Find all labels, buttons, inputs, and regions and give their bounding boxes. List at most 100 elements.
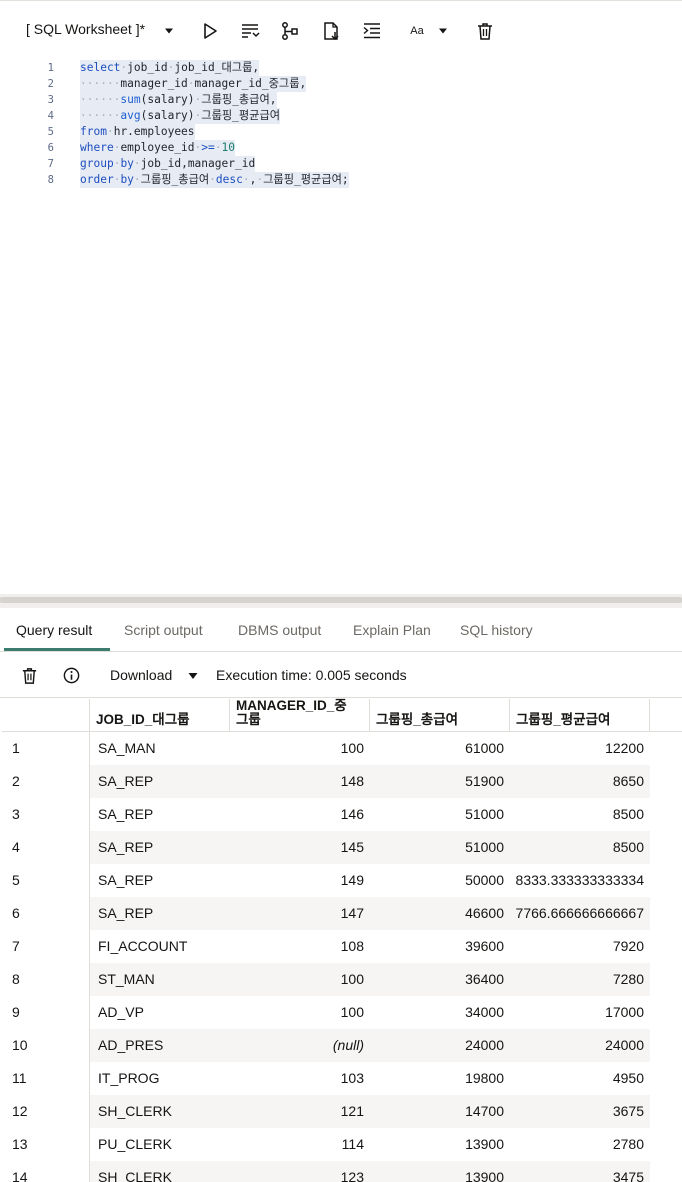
cell-total-salary[interactable]: 36400 bbox=[372, 963, 504, 996]
cell-avg-salary[interactable]: 12200 bbox=[510, 732, 644, 765]
chevron-down-icon[interactable] bbox=[156, 18, 182, 44]
table-row[interactable]: 7 FI_ACCOUNT 108 39600 7920 bbox=[2, 930, 650, 963]
code-line[interactable]: 6 where·employee_id·>=·10 bbox=[0, 140, 682, 156]
cell-manager-id[interactable]: 145 bbox=[232, 831, 364, 864]
row-number[interactable]: 4 bbox=[12, 831, 82, 864]
row-number[interactable]: 13 bbox=[12, 1128, 82, 1161]
row-number[interactable]: 12 bbox=[12, 1095, 82, 1128]
cell-manager-id[interactable]: 149 bbox=[232, 864, 364, 897]
tab-sql-history[interactable]: SQL history bbox=[460, 622, 533, 638]
cell-job-id[interactable]: SH_CLERK bbox=[98, 1161, 228, 1182]
cell-total-salary[interactable]: 46600 bbox=[372, 897, 504, 930]
format-icon[interactable] bbox=[237, 18, 263, 44]
cell-avg-salary[interactable]: 8500 bbox=[510, 798, 644, 831]
code-text[interactable]: ······avg(salary)·그룹핑_평균급여 bbox=[80, 108, 281, 124]
table-row[interactable]: 4 SA_REP 145 51000 8500 bbox=[2, 831, 650, 864]
table-row[interactable]: 2 SA_REP 148 51900 8650 bbox=[2, 765, 650, 798]
table-row[interactable]: 12 SH_CLERK 121 14700 3675 bbox=[2, 1095, 650, 1128]
font-size-icon[interactable]: Aa bbox=[404, 18, 430, 44]
cell-total-salary[interactable]: 13900 bbox=[372, 1161, 504, 1182]
explain-icon[interactable] bbox=[277, 18, 303, 44]
cell-avg-salary[interactable]: 8500 bbox=[510, 831, 644, 864]
tab-dbms-output[interactable]: DBMS output bbox=[238, 622, 321, 638]
code-text[interactable]: ······manager_id·manager_id_중그룹, bbox=[80, 76, 307, 92]
cell-manager-id[interactable]: (null) bbox=[232, 1029, 364, 1062]
code-line[interactable]: 8 order·by·그룹핑_총급여·desc·,·그룹핑_평균급여; bbox=[0, 172, 682, 188]
run-icon[interactable] bbox=[197, 18, 223, 44]
font-size-chevron-icon[interactable] bbox=[430, 18, 456, 44]
cell-manager-id[interactable]: 123 bbox=[232, 1161, 364, 1182]
cell-job-id[interactable]: PU_CLERK bbox=[98, 1128, 228, 1161]
cell-avg-salary[interactable]: 17000 bbox=[510, 996, 644, 1029]
cell-total-salary[interactable]: 51900 bbox=[372, 765, 504, 798]
table-row[interactable]: 3 SA_REP 146 51000 8500 bbox=[2, 798, 650, 831]
cell-manager-id[interactable]: 100 bbox=[232, 963, 364, 996]
code-editor[interactable]: 1 select·job_id·job_id_대그룹, 2 ······manager… bbox=[0, 57, 682, 587]
cell-total-salary[interactable]: 51000 bbox=[372, 798, 504, 831]
row-number[interactable]: 1 bbox=[12, 732, 82, 765]
cell-job-id[interactable]: SA_REP bbox=[98, 831, 228, 864]
code-line[interactable]: 7 group·by·job_id,manager_id bbox=[0, 156, 682, 172]
row-number[interactable]: 5 bbox=[12, 864, 82, 897]
cell-avg-salary[interactable]: 2780 bbox=[510, 1128, 644, 1161]
cell-total-salary[interactable]: 19800 bbox=[372, 1062, 504, 1095]
cell-total-salary[interactable]: 34000 bbox=[372, 996, 504, 1029]
cell-total-salary[interactable]: 24000 bbox=[372, 1029, 504, 1062]
code-text[interactable]: order·by·그룹핑_총급여·desc·,·그룹핑_평균급여; bbox=[80, 172, 349, 188]
cell-total-salary[interactable]: 39600 bbox=[372, 930, 504, 963]
code-text[interactable]: where·employee_id·>=·10 bbox=[80, 140, 235, 156]
table-row[interactable]: 13 PU_CLERK 114 13900 2780 bbox=[2, 1128, 650, 1161]
row-number[interactable]: 6 bbox=[12, 897, 82, 930]
cell-avg-salary[interactable]: 24000 bbox=[510, 1029, 644, 1062]
code-line[interactable]: 2 ······manager_id·manager_id_중그룹, bbox=[0, 76, 682, 92]
code-text[interactable]: select·job_id·job_id_대그룹, bbox=[80, 60, 260, 76]
cell-job-id[interactable]: AD_PRES bbox=[98, 1029, 228, 1062]
cell-avg-salary[interactable]: 3475 bbox=[510, 1161, 644, 1182]
cell-avg-salary[interactable]: 7280 bbox=[510, 963, 644, 996]
cell-manager-id[interactable]: 100 bbox=[232, 732, 364, 765]
cell-job-id[interactable]: IT_PROG bbox=[98, 1062, 228, 1095]
table-row[interactable]: 14 SH_CLERK 123 13900 3475 bbox=[2, 1161, 650, 1182]
table-row[interactable]: 8 ST_MAN 100 36400 7280 bbox=[2, 963, 650, 996]
tab-query-result[interactable]: Query result bbox=[16, 622, 92, 638]
download-chevron-icon[interactable] bbox=[188, 672, 198, 680]
table-row[interactable]: 9 AD_VP 100 34000 17000 bbox=[2, 996, 650, 1029]
cell-manager-id[interactable]: 146 bbox=[232, 798, 364, 831]
column-header-total-salary[interactable]: 그룹핑_총급여 bbox=[370, 699, 510, 732]
code-line[interactable]: 1 select·job_id·job_id_대그룹, bbox=[0, 60, 682, 76]
cell-total-salary[interactable]: 61000 bbox=[372, 732, 504, 765]
cell-avg-salary[interactable]: 8650 bbox=[510, 765, 644, 798]
tab-explain-plan[interactable]: Explain Plan bbox=[353, 622, 431, 638]
code-text[interactable]: from·hr.employees bbox=[80, 124, 195, 140]
cell-job-id[interactable]: SA_REP bbox=[98, 798, 228, 831]
cell-manager-id[interactable]: 103 bbox=[232, 1062, 364, 1095]
cell-job-id[interactable]: SA_REP bbox=[98, 864, 228, 897]
tab-script-output[interactable]: Script output bbox=[124, 622, 203, 638]
code-line[interactable]: 3 ······sum(salary)·그룹핑_총급여, bbox=[0, 92, 682, 108]
row-number[interactable]: 9 bbox=[12, 996, 82, 1029]
cell-job-id[interactable]: ST_MAN bbox=[98, 963, 228, 996]
cell-job-id[interactable]: SH_CLERK bbox=[98, 1095, 228, 1128]
cell-manager-id[interactable]: 148 bbox=[232, 765, 364, 798]
column-header-job-id[interactable]: JOB_ID_대그룹 bbox=[90, 699, 230, 732]
code-text[interactable]: ······sum(salary)·그룹핑_총급여, bbox=[80, 92, 277, 108]
code-text[interactable]: group·by·job_id,manager_id bbox=[80, 156, 256, 172]
cell-avg-salary[interactable]: 4950 bbox=[510, 1062, 644, 1095]
cell-total-salary[interactable]: 13900 bbox=[372, 1128, 504, 1161]
row-number[interactable]: 10 bbox=[12, 1029, 82, 1062]
worksheet-title[interactable]: [ SQL Worksheet ]* bbox=[26, 21, 145, 37]
cell-avg-salary[interactable]: 7920 bbox=[510, 930, 644, 963]
cell-total-salary[interactable]: 51000 bbox=[372, 831, 504, 864]
row-number[interactable]: 2 bbox=[12, 765, 82, 798]
cell-avg-salary[interactable]: 8333.333333333334 bbox=[510, 864, 644, 897]
cell-job-id[interactable]: FI_ACCOUNT bbox=[98, 930, 228, 963]
table-row[interactable]: 5 SA_REP 149 50000 8333.333333333334 bbox=[2, 864, 650, 897]
clear-results-icon[interactable] bbox=[18, 664, 40, 686]
table-row[interactable]: 10 AD_PRES (null) 24000 24000 bbox=[2, 1029, 650, 1062]
cell-total-salary[interactable]: 50000 bbox=[372, 864, 504, 897]
row-number[interactable]: 7 bbox=[12, 930, 82, 963]
column-header-manager-id[interactable]: MANAGER_ID_중그룹 bbox=[230, 699, 370, 732]
table-row[interactable]: 6 SA_REP 147 46600 7766.666666666667 bbox=[2, 897, 650, 930]
cell-manager-id[interactable]: 147 bbox=[232, 897, 364, 930]
table-row[interactable]: 11 IT_PROG 103 19800 4950 bbox=[2, 1062, 650, 1095]
